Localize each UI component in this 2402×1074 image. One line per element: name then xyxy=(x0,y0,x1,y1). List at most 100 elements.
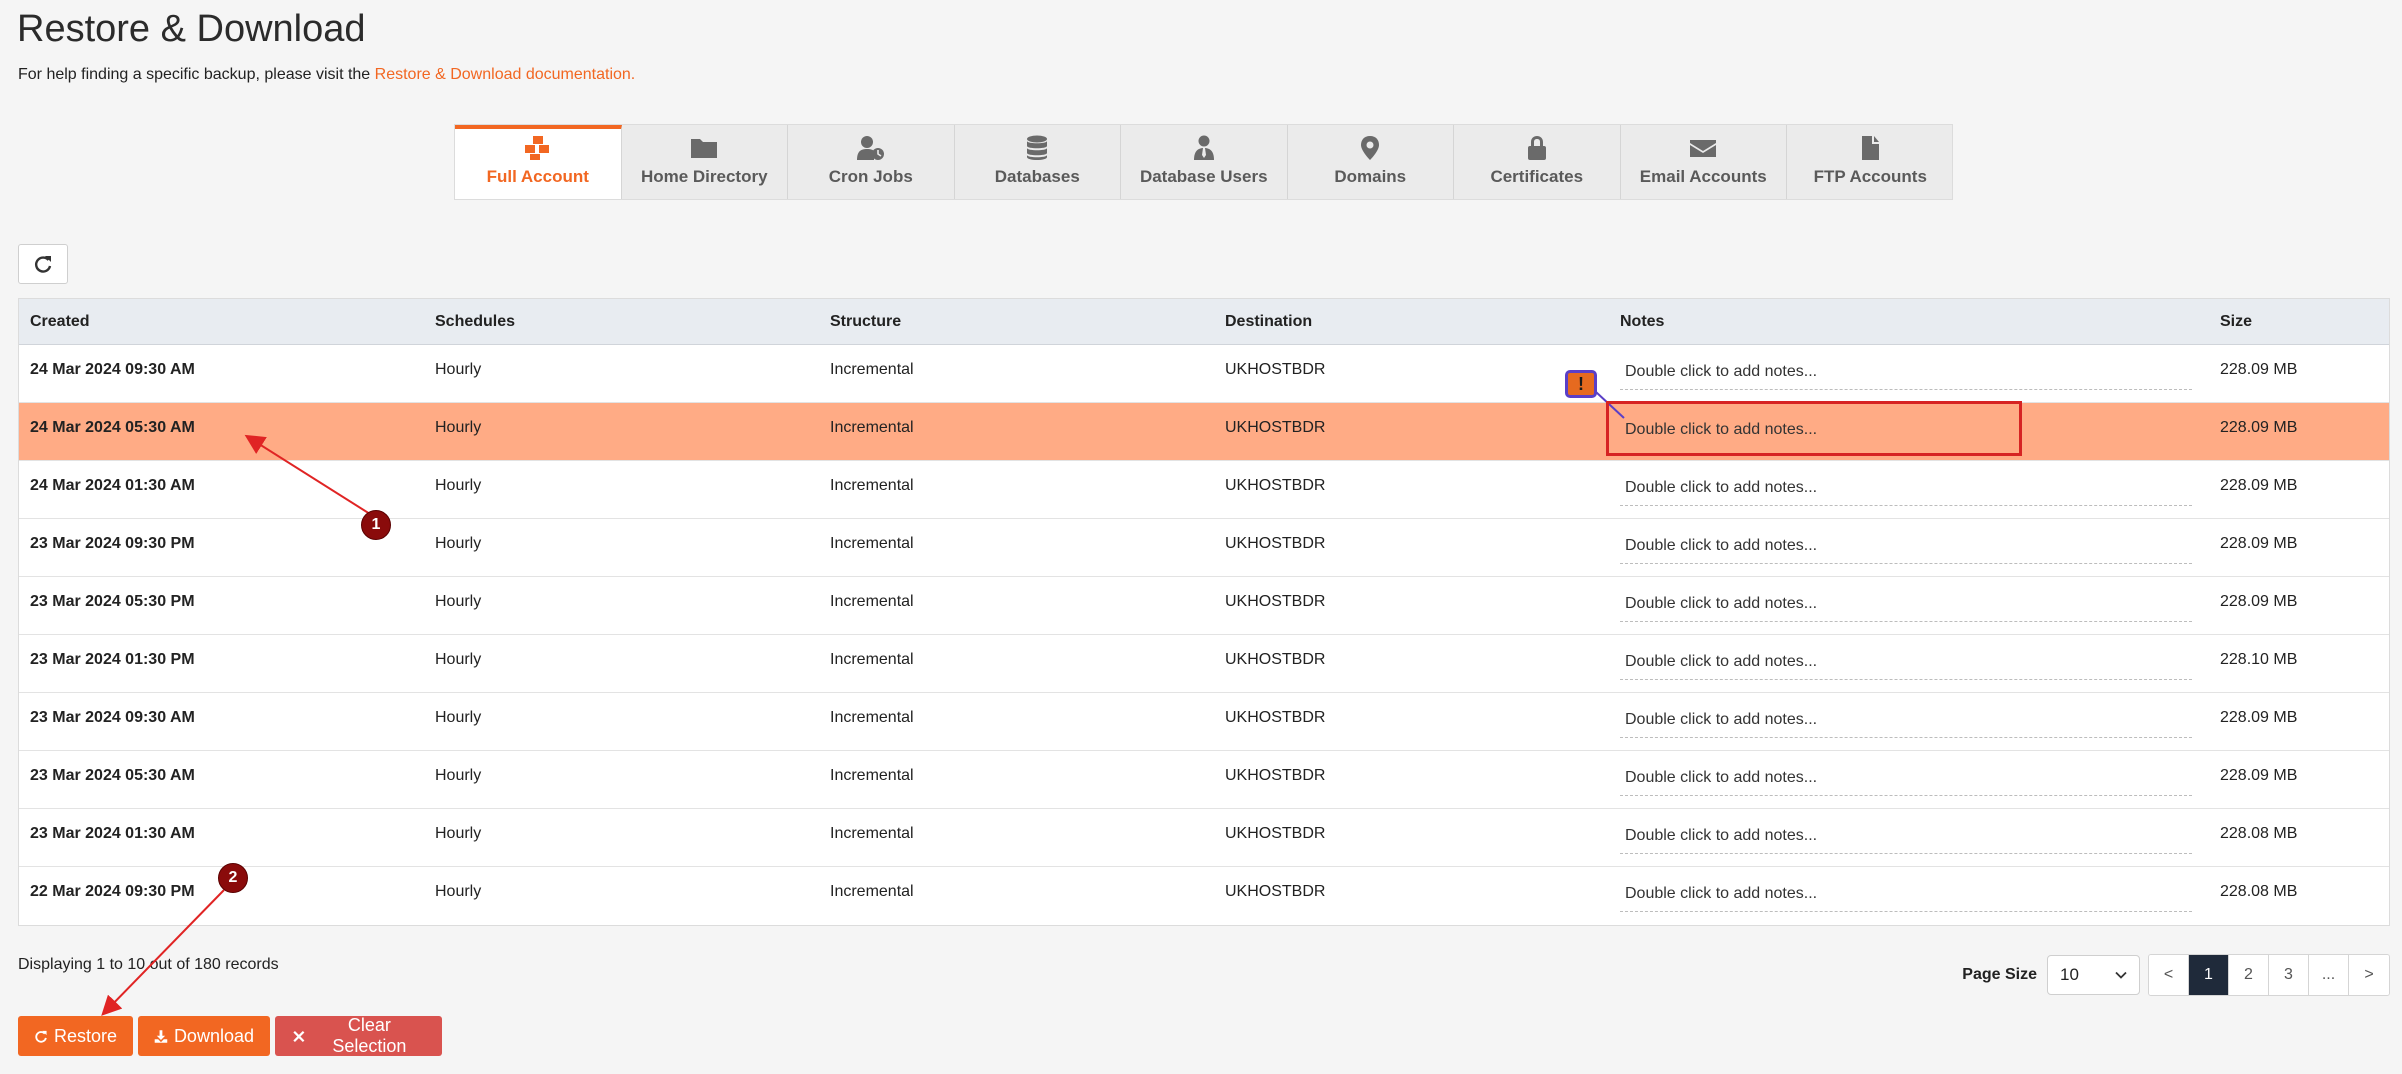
table-row[interactable]: 23 Mar 2024 05:30 AM Hourly Incremental … xyxy=(19,751,2389,809)
notes-field[interactable]: Double click to add notes... xyxy=(1620,711,2192,738)
backup-type-tabs: Full Account Home Directory Cron Jobs Da… xyxy=(454,124,1953,200)
destination-cell: UKHOSTBDR xyxy=(1225,477,1326,494)
header-destination[interactable]: Destination xyxy=(1219,313,1614,331)
header-schedules[interactable]: Schedules xyxy=(429,313,824,331)
created-cell: 23 Mar 2024 09:30 AM xyxy=(30,709,195,726)
header-created[interactable]: Created xyxy=(19,313,429,331)
table-row[interactable]: 23 Mar 2024 01:30 PM Hourly Incremental … xyxy=(19,635,2389,693)
restore-label: Restore xyxy=(53,1025,117,1046)
cubes-icon xyxy=(524,136,549,160)
notes-field[interactable]: Double click to add notes... xyxy=(1620,595,2192,622)
schedule-cell: Hourly xyxy=(435,593,482,610)
structure-cell: Incremental xyxy=(830,361,914,378)
created-cell: 23 Mar 2024 05:30 PM xyxy=(30,593,195,610)
notes-field[interactable]: Double click to add notes... xyxy=(1620,421,2192,447)
tab-domains[interactable]: Domains xyxy=(1288,125,1454,199)
schedule-cell: Hourly xyxy=(435,883,482,900)
page-3[interactable]: 3 xyxy=(2269,955,2309,995)
close-icon xyxy=(293,1030,305,1042)
tab-home-directory[interactable]: Home Directory xyxy=(622,125,788,199)
notes-field[interactable]: Double click to add notes... xyxy=(1620,537,2192,564)
tab-database-users[interactable]: Database Users xyxy=(1121,125,1288,199)
pagination: < 1 2 3 ... > xyxy=(2148,954,2390,996)
size-cell: 228.08 MB xyxy=(2220,883,2298,900)
notes-field[interactable]: Double click to add notes... xyxy=(1620,363,2192,390)
page-next[interactable]: > xyxy=(2349,955,2389,995)
destination-cell: UKHOSTBDR xyxy=(1225,767,1326,784)
notes-field[interactable]: Double click to add notes... xyxy=(1620,885,2192,912)
envelope-icon xyxy=(1690,140,1717,157)
created-cell: 24 Mar 2024 01:30 AM xyxy=(30,477,195,494)
tab-cron-jobs[interactable]: Cron Jobs xyxy=(788,125,955,199)
page-size-select[interactable]: 10 xyxy=(2047,955,2140,995)
tab-ftp-accounts[interactable]: FTP Accounts xyxy=(1787,125,1954,199)
page-prev[interactable]: < xyxy=(2149,955,2189,995)
destination-cell: UKHOSTBDR xyxy=(1225,883,1326,900)
size-cell: 228.09 MB xyxy=(2220,419,2298,436)
schedule-cell: Hourly xyxy=(435,477,482,494)
tab-email-accounts[interactable]: Email Accounts xyxy=(1621,125,1787,199)
page-title: Restore & Download xyxy=(17,8,366,50)
tab-full-account[interactable]: Full Account xyxy=(455,125,622,199)
help-text: For help finding a specific backup, plea… xyxy=(18,66,635,84)
clear-selection-button[interactable]: Clear Selection xyxy=(275,1015,442,1056)
schedule-cell: Hourly xyxy=(435,651,482,668)
created-cell: 22 Mar 2024 09:30 PM xyxy=(30,883,195,900)
notes-field[interactable]: Double click to add notes... xyxy=(1620,769,2192,796)
tab-label: FTP Accounts xyxy=(1813,167,1927,186)
documentation-link[interactable]: Restore & Download documentation. xyxy=(375,66,636,83)
notes-field[interactable]: Double click to add notes... xyxy=(1620,827,2192,854)
table-row[interactable]: 23 Mar 2024 01:30 AM Hourly Incremental … xyxy=(19,809,2389,867)
chevron-down-icon xyxy=(2115,971,2127,979)
schedule-cell: Hourly xyxy=(435,767,482,784)
download-label: Download xyxy=(173,1025,254,1046)
header-notes[interactable]: Notes xyxy=(1614,313,2207,331)
structure-cell: Incremental xyxy=(830,535,914,552)
notes-field[interactable]: Double click to add notes... xyxy=(1620,479,2192,506)
table-header: Created Schedules Structure Destination … xyxy=(19,299,2389,345)
notes-cell: Double click to add notes... xyxy=(1614,461,2207,506)
notes-cell: Double click to add notes... xyxy=(1614,693,2207,738)
table-row-selected[interactable]: 24 Mar 2024 05:30 AM Hourly Incremental … xyxy=(19,403,2389,461)
structure-cell: Incremental xyxy=(830,477,914,494)
schedule-cell: Hourly xyxy=(435,825,482,842)
table-row[interactable]: 23 Mar 2024 09:30 PM Hourly Incremental … xyxy=(19,519,2389,577)
notes-cell: Double click to add notes... xyxy=(1614,635,2207,680)
created-cell: 23 Mar 2024 05:30 AM xyxy=(30,767,195,784)
schedule-cell: Hourly xyxy=(435,419,482,436)
lock-icon xyxy=(1527,136,1546,160)
structure-cell: Incremental xyxy=(830,651,914,668)
size-cell: 228.10 MB xyxy=(2220,651,2298,668)
notes-cell: Double click to add notes... xyxy=(1614,345,2207,390)
notes-field[interactable]: Double click to add notes... xyxy=(1620,653,2192,680)
header-structure[interactable]: Structure xyxy=(824,313,1219,331)
refresh-button[interactable] xyxy=(18,244,68,284)
table-row[interactable]: 24 Mar 2024 09:30 AM Hourly Incremental … xyxy=(19,345,2389,403)
page-2[interactable]: 2 xyxy=(2229,955,2269,995)
tab-label: Domains xyxy=(1334,167,1407,186)
destination-cell: UKHOSTBDR xyxy=(1225,709,1326,726)
user-tie-icon xyxy=(1193,135,1214,160)
table-row[interactable]: 23 Mar 2024 05:30 PM Hourly Incremental … xyxy=(19,577,2389,635)
download-button[interactable]: Download xyxy=(138,1016,270,1056)
table-row[interactable]: 22 Mar 2024 09:30 PM Hourly Incremental … xyxy=(19,867,2389,925)
created-cell: 24 Mar 2024 05:30 AM xyxy=(30,419,195,436)
page-size-value: 10 xyxy=(2060,965,2079,984)
map-pin-icon xyxy=(1361,136,1380,160)
destination-cell: UKHOSTBDR xyxy=(1225,419,1326,436)
tab-label: Certificates xyxy=(1490,167,1584,186)
tab-label: Home Directory xyxy=(640,167,768,186)
table-row[interactable]: 24 Mar 2024 01:30 AM Hourly Incremental … xyxy=(19,461,2389,519)
page-1[interactable]: 1 xyxy=(2189,955,2229,995)
help-text-prefix: For help finding a specific backup, plea… xyxy=(18,66,375,83)
header-size[interactable]: Size xyxy=(2207,313,2389,331)
structure-cell: Incremental xyxy=(830,767,914,784)
tab-databases[interactable]: Databases xyxy=(955,125,1121,199)
restore-button[interactable]: Restore xyxy=(18,1016,133,1056)
tab-certificates[interactable]: Certificates xyxy=(1454,125,1621,199)
notes-cell: Double click to add notes... xyxy=(1614,577,2207,622)
destination-cell: UKHOSTBDR xyxy=(1225,593,1326,610)
size-cell: 228.09 MB xyxy=(2220,477,2298,494)
created-cell: 24 Mar 2024 09:30 AM xyxy=(30,361,195,378)
table-row[interactable]: 23 Mar 2024 09:30 AM Hourly Incremental … xyxy=(19,693,2389,751)
